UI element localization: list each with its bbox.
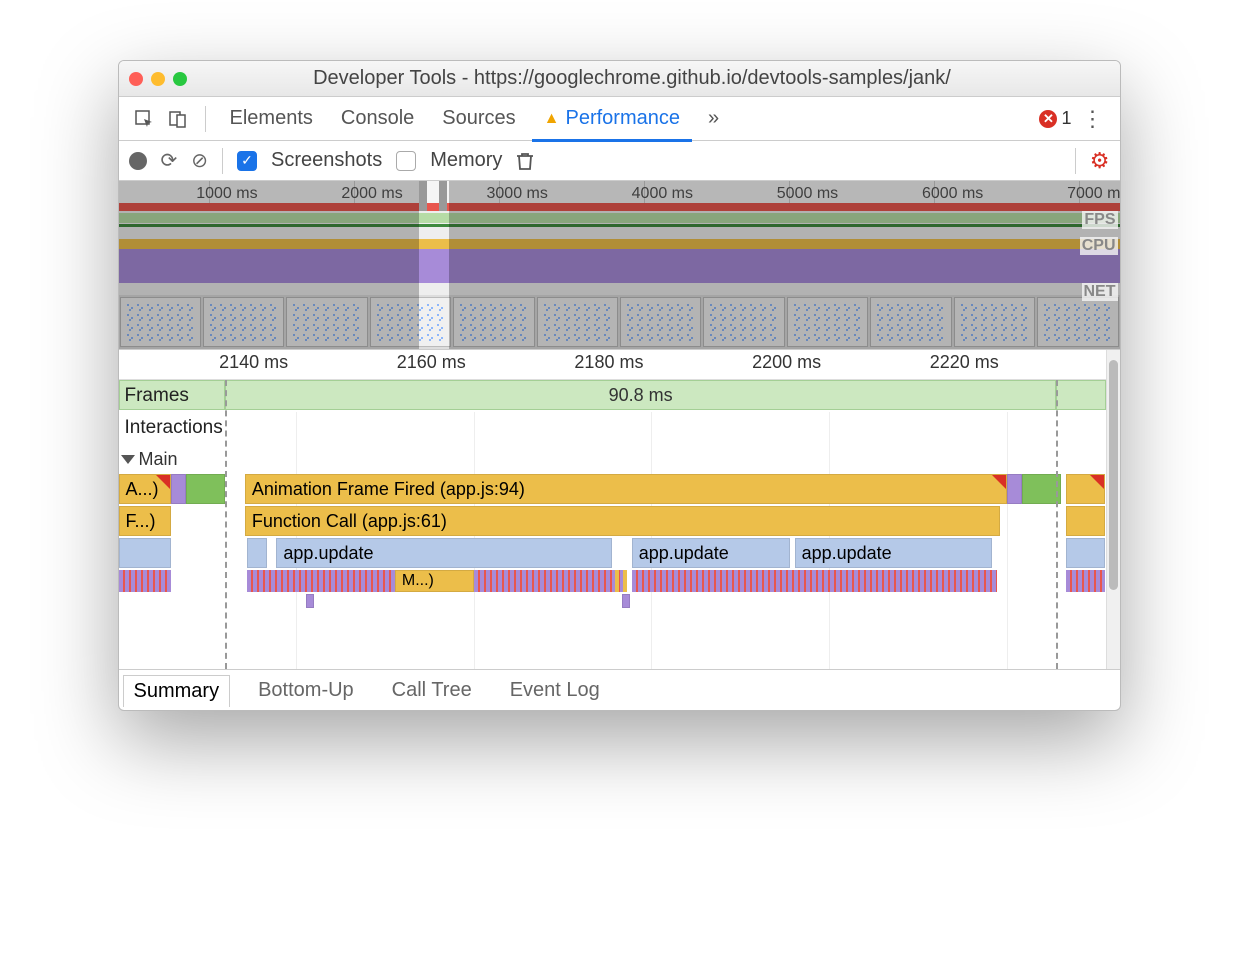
reload-icon[interactable]: ⟳ [161,148,178,173]
event-app-update-1[interactable]: app.update [276,538,612,568]
selection-handle-left[interactable] [419,181,427,211]
tab-console[interactable]: Console [329,97,426,141]
event-animation-frame-trunc[interactable]: A...) [119,474,171,504]
event-app-update-2[interactable]: app.update [632,538,790,568]
memory-checkbox[interactable] [396,151,416,171]
device-toggle-icon[interactable] [163,104,193,134]
titlebar: Developer Tools - https://googlechrome.g… [119,61,1120,97]
minimize-icon[interactable] [151,72,165,86]
traffic-lights [129,72,187,86]
scrollbar-thumb[interactable] [1109,360,1118,590]
separator [205,106,206,132]
frame-boundary-left [225,380,227,669]
interactions-label: Interactions [125,417,223,439]
error-count: 1 [1061,108,1071,129]
inspect-icon[interactable] [129,104,159,134]
event-function-call-trunc[interactable]: F...) [119,506,171,536]
event-animation-frame[interactable]: Animation Frame Fired (app.js:94) [245,474,1007,504]
frame-block[interactable]: 90.8 ms [225,380,1056,410]
details-tabs: Summary Bottom-Up Call Tree Event Log [119,670,1120,710]
memory-label: Memory [430,149,502,172]
chevron-down-icon [121,455,135,464]
tab-performance[interactable]: ▲ Performance [532,97,692,141]
warning-icon: ▲ [544,110,560,128]
record-button[interactable] [129,152,147,170]
flame-chart[interactable]: 2140 ms 2160 ms 2180 ms 2200 ms 2220 ms … [119,350,1120,670]
panel-tabs: Elements Console Sources ▲ Performance »… [119,97,1120,141]
overview-shade-left[interactable] [119,181,419,349]
trash-icon[interactable] [516,151,534,171]
close-icon[interactable] [129,72,143,86]
event-function-call[interactable]: Function Call (app.js:61) [245,506,1000,536]
overview-pane[interactable]: 1000 ms 2000 ms 3000 ms 4000 ms 5000 ms … [119,181,1120,350]
main-tracks[interactable]: A...) Animation Frame Fired (app.js:94) … [119,474,1106,654]
kebab-icon[interactable]: ⋮ [1076,106,1110,132]
tab-summary[interactable]: Summary [123,675,231,707]
flame-ruler[interactable]: 2140 ms 2160 ms 2180 ms 2200 ms 2220 ms [119,350,1106,380]
main-label: Main [139,449,178,470]
perf-toolbar: ⟳ ⊘ ✓ Screenshots Memory ⚙ [119,141,1120,181]
tab-event-log[interactable]: Event Log [500,675,610,706]
tab-bottom-up[interactable]: Bottom-Up [248,675,364,706]
tab-elements[interactable]: Elements [218,97,325,141]
error-icon: ✕ [1039,110,1057,128]
flame-scrollbar[interactable] [1106,350,1120,669]
event-micro[interactable]: M...) [395,570,474,592]
interactions-row[interactable]: Interactions [119,412,1106,444]
tab-sources[interactable]: Sources [430,97,527,141]
main-header[interactable]: Main [119,444,1106,474]
frames-row[interactable]: Frames 90.8 ms [119,380,1106,412]
zoom-icon[interactable] [173,72,187,86]
screenshots-label: Screenshots [271,149,382,172]
window-title: Developer Tools - https://googlechrome.g… [205,67,1110,90]
tab-call-tree[interactable]: Call Tree [382,675,482,706]
frames-label: Frames [125,385,189,407]
frame-boundary-right [1056,380,1058,669]
selection-handle-right[interactable] [439,181,447,211]
tab-label: Performance [565,107,680,130]
tab-more[interactable]: » [696,97,731,141]
error-badge[interactable]: ✕ 1 [1039,108,1071,129]
gear-icon[interactable]: ⚙ [1090,148,1110,174]
clear-icon[interactable]: ⊘ [191,148,208,173]
screenshots-checkbox[interactable]: ✓ [237,151,257,171]
event-app-update-3[interactable]: app.update [795,538,992,568]
devtools-window: Developer Tools - https://googlechrome.g… [118,60,1121,711]
overview-shade-right[interactable] [449,181,1120,349]
